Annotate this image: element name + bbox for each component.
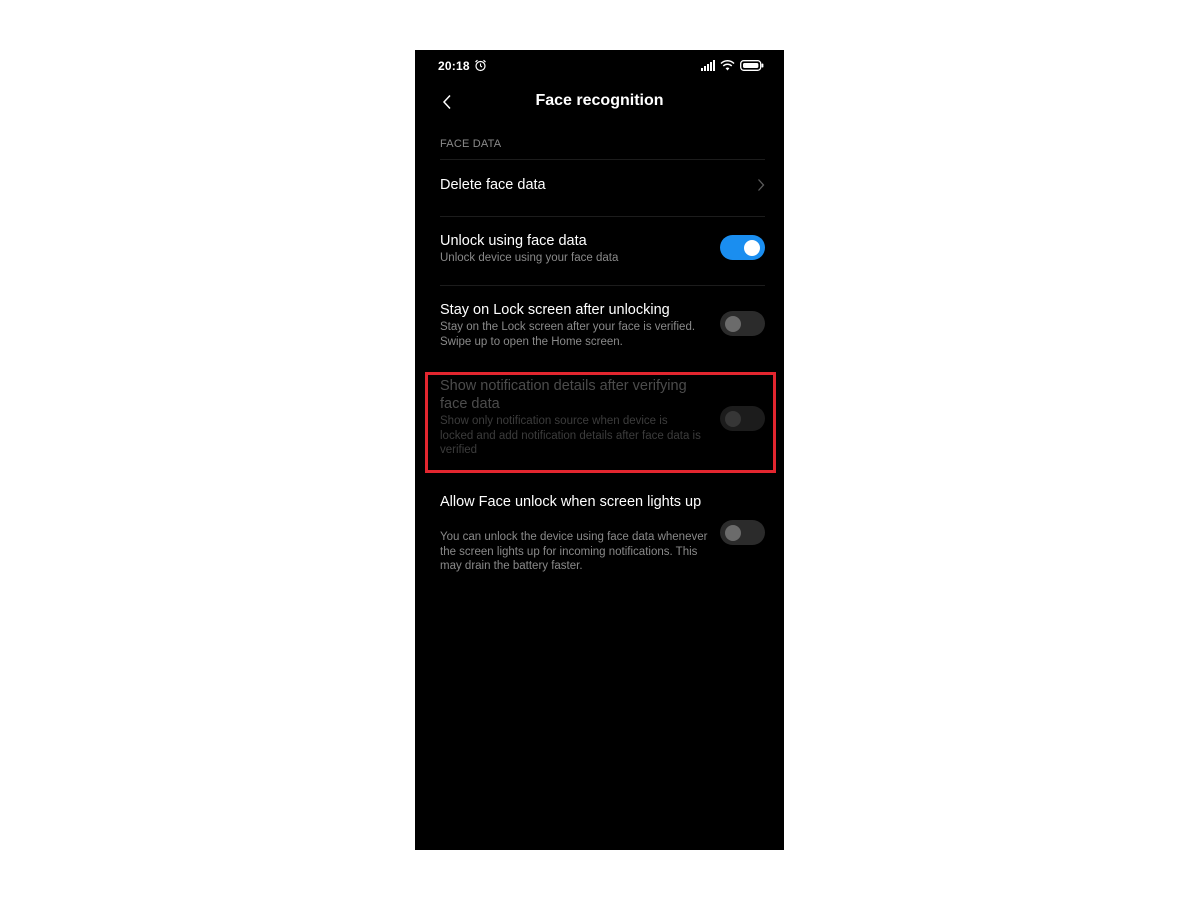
- show-notification-details-description: Show only notification source when devic…: [440, 415, 701, 456]
- unlock-face-data-description: Unlock device using your face data: [440, 252, 619, 264]
- stay-on-lock-screen-item: Stay on Lock screen after unlocking Stay…: [415, 286, 784, 368]
- show-notification-details-item: Show notification details after verifyin…: [415, 368, 784, 472]
- unlock-face-data-item: Unlock using face data Unlock device usi…: [415, 217, 784, 285]
- section-label-face-data: FACE DATA: [440, 138, 502, 150]
- unlock-face-data-toggle[interactable]: [720, 235, 765, 260]
- stay-on-lock-screen-description: Stay on the Lock screen after your face …: [440, 321, 696, 348]
- allow-face-unlock-toggle[interactable]: [720, 520, 765, 545]
- stay-on-lock-screen-toggle[interactable]: [720, 311, 765, 336]
- signal-icon: [701, 60, 715, 71]
- toggle-knob: [725, 524, 741, 541]
- status-time: 20:18: [438, 59, 470, 73]
- allow-face-unlock-description: You can unlock the device using face dat…: [440, 531, 708, 572]
- alarm-icon: [475, 59, 486, 72]
- wifi-icon: [720, 59, 735, 71]
- delete-face-data-item[interactable]: Delete face data: [415, 160, 784, 216]
- allow-face-unlock-screen-lights-item: Allow Face unlock when screen lights up …: [415, 484, 784, 594]
- chevron-right-icon: [758, 179, 765, 191]
- page-title: Face recognition: [535, 92, 664, 109]
- phone-screen: 20:18 Face recognition FACE DATA Delete …: [415, 50, 784, 850]
- delete-face-data-label: Delete face data: [440, 177, 546, 193]
- toggle-knob: [725, 410, 741, 427]
- show-notification-details-toggle[interactable]: [720, 406, 765, 431]
- unlock-face-data-title: Unlock using face data: [440, 233, 587, 249]
- battery-icon: [740, 60, 764, 71]
- toggle-knob: [725, 315, 741, 332]
- toggle-knob: [744, 239, 760, 256]
- stay-on-lock-screen-title: Stay on Lock screen after unlocking: [440, 302, 670, 318]
- status-bar: 20:18: [415, 50, 784, 82]
- show-notification-details-title: Show notification details after verifyin…: [440, 378, 687, 412]
- allow-face-unlock-title: Allow Face unlock when screen lights up: [440, 494, 702, 510]
